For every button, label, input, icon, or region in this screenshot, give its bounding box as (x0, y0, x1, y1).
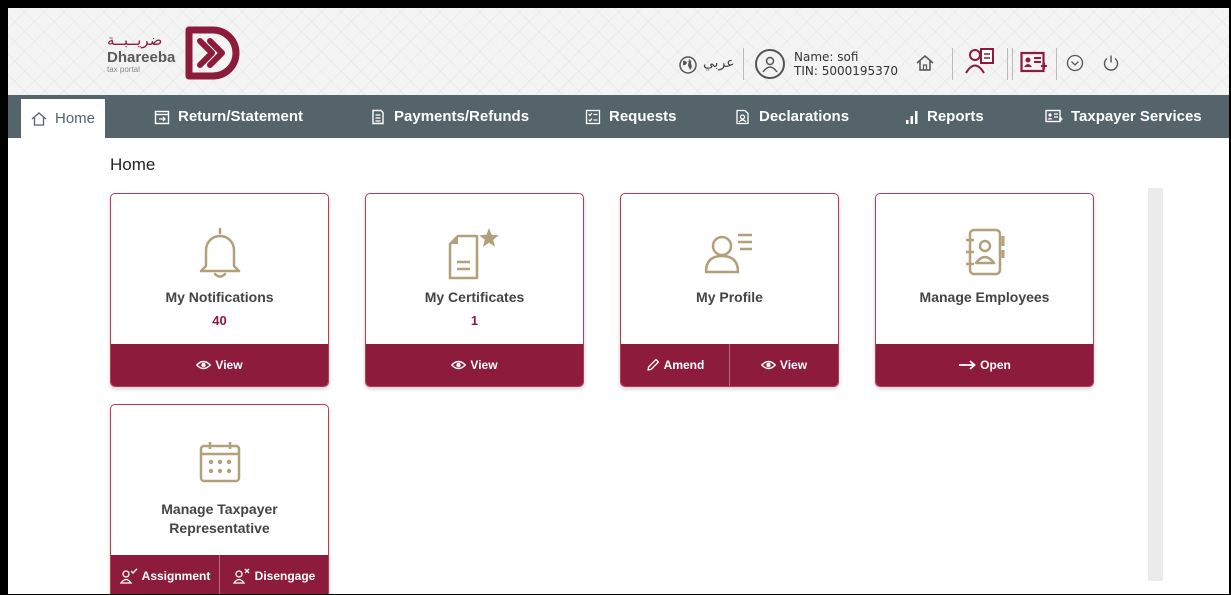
card-manage-taxpayer-representative: Manage Taxpayer Representative Assignmen… (110, 404, 329, 594)
id-card-icon[interactable] (1020, 50, 1048, 76)
chevron-down-icon[interactable] (1065, 53, 1085, 73)
nav-return-statement[interactable]: Return/Statement (154, 95, 303, 138)
amend-label: Amend (663, 358, 705, 372)
card-manage-employees: Manage Employees Open (875, 193, 1094, 387)
amend-button[interactable]: Amend (621, 344, 729, 386)
user-circle-icon[interactable] (755, 49, 785, 79)
arrow-right-icon (959, 360, 977, 370)
payments-icon (372, 109, 384, 124)
nav-payments-label: Payments/Refunds (394, 108, 530, 125)
main-nav: Home Return/Statement Payments/Refunds R… (8, 95, 1229, 138)
home-icon[interactable] (914, 52, 936, 74)
return-icon (154, 110, 170, 124)
scrollbar[interactable] (1148, 188, 1163, 581)
eye-icon (760, 360, 776, 370)
nav-home-label: Home (54, 110, 95, 127)
logo-subtitle: tax portal (107, 64, 140, 74)
view-label: View (470, 358, 498, 372)
card-title: My Certificates (424, 289, 525, 305)
user-name: Name: sofi (794, 50, 859, 64)
view-label: View (779, 358, 808, 372)
card-title: My Profile (696, 289, 763, 305)
logo-arabic-text: ضريــبــة (107, 30, 163, 49)
dhareeba-logo[interactable]: ضريــبــة Dhareeba tax portal (107, 22, 243, 84)
user-check-icon (119, 568, 138, 584)
card-title-line-1: Manage Taxpayer (161, 501, 278, 517)
nav-reports-label: Reports (927, 108, 984, 125)
nav-declarations-label: Declarations (759, 108, 850, 125)
card-my-profile: My Profile Amend View (620, 193, 839, 387)
divider (1007, 48, 1008, 80)
questionnaire-icon[interactable] (964, 45, 996, 77)
divider (1056, 48, 1057, 80)
card-my-certificates: My Certificates 1 View (365, 193, 584, 387)
language-toggle[interactable]: عربي (703, 55, 735, 71)
card-actions: Assignment Disengage (111, 555, 328, 594)
nav-home[interactable]: Home (21, 99, 105, 138)
view-button[interactable]: View (111, 344, 328, 386)
open-button[interactable]: Open (876, 344, 1093, 386)
view-label: View (215, 358, 243, 372)
nav-requests-label: Requests (609, 108, 677, 125)
certificate-icon (366, 226, 583, 280)
notifications-count: 40 (212, 313, 227, 328)
assignment-button[interactable]: Assignment (111, 555, 219, 594)
page-title: Home (110, 155, 156, 174)
bell-icon (111, 226, 328, 280)
user-x-icon (232, 568, 250, 584)
home-icon (31, 111, 47, 126)
disengage-button[interactable]: Disengage (219, 555, 328, 594)
profile-icon (621, 226, 838, 280)
open-label: Open (980, 358, 1011, 372)
user-info: Name: sofi TIN: 5000195370 (794, 50, 898, 78)
divider (952, 48, 953, 80)
declarations-icon (736, 109, 749, 124)
nav-taxpayer-services-label: Taxpayer Services (1071, 108, 1202, 125)
nav-reports[interactable]: Reports (905, 95, 984, 138)
calendar-icon (111, 439, 328, 493)
divider (743, 48, 744, 80)
nav-declarations[interactable]: Declarations (735, 95, 849, 138)
card-title: My Notifications (165, 289, 274, 305)
user-tin: TIN: 5000195370 (794, 64, 899, 78)
nav-return-label: Return/Statement (178, 108, 304, 125)
logo-name: Dhareeba (107, 48, 176, 66)
certificates-count: 1 (470, 313, 479, 328)
card-title: Manage Employees (919, 289, 1050, 305)
card-my-notifications: My Notifications 40 View (110, 193, 329, 387)
disengage-label: Disengage (254, 569, 316, 583)
nav-requests[interactable]: Requests (585, 95, 677, 138)
requests-icon (585, 109, 601, 124)
eye-icon (451, 360, 467, 370)
card-actions: View (111, 344, 328, 386)
bar-chart-icon (906, 110, 918, 124)
view-button[interactable]: View (729, 344, 838, 386)
app-window: ضريــبــة Dhareeba tax portal عربي Name:… (8, 8, 1229, 594)
logo-mark-icon (185, 26, 240, 80)
pencil-icon (647, 358, 659, 371)
nav-taxpayer-services[interactable]: Taxpayer Services (1045, 95, 1202, 138)
divider (1012, 48, 1013, 80)
view-button[interactable]: View (366, 344, 583, 386)
card-actions: Amend View (621, 344, 838, 386)
taxpayer-services-icon (1045, 109, 1063, 122)
assignment-label: Assignment (141, 569, 211, 583)
card-title: Manage Taxpayer Representative (111, 500, 328, 538)
card-actions: Open (876, 344, 1093, 386)
eye-icon (196, 360, 212, 370)
globe-icon[interactable] (677, 54, 699, 76)
contacts-book-icon (876, 226, 1093, 280)
card-actions: View (366, 344, 583, 386)
nav-payments-refunds[interactable]: Payments/Refunds (370, 95, 529, 138)
power-icon[interactable] (1100, 52, 1122, 74)
card-title-line-2: Representative (169, 520, 270, 536)
header: ضريــبــة Dhareeba tax portal عربي Name:… (8, 8, 1229, 95)
